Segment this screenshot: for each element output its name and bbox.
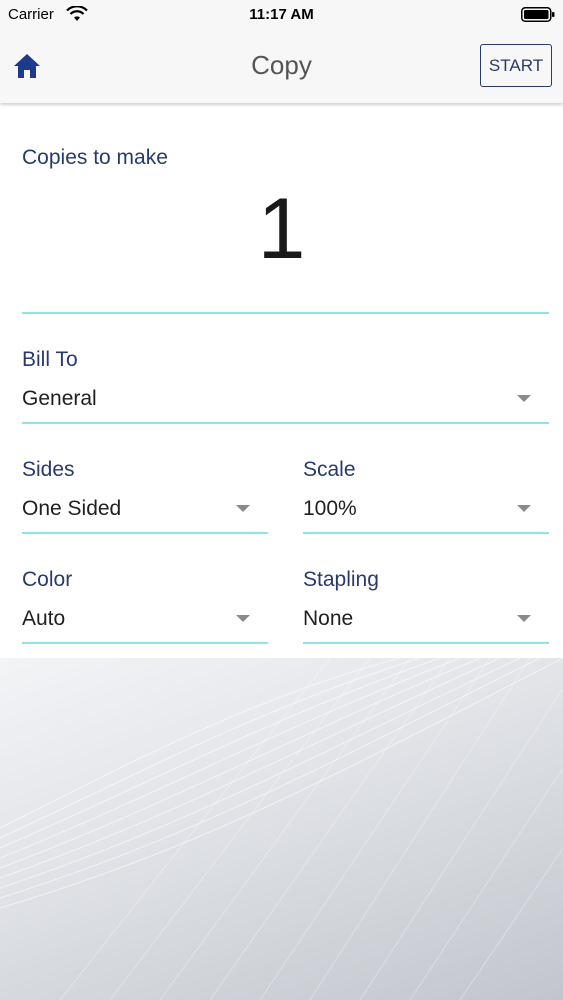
color-value: Auto xyxy=(22,607,66,630)
copies-underline xyxy=(22,312,549,314)
mesh-wave-graphic xyxy=(0,658,563,1000)
stapling-value: None xyxy=(303,607,354,630)
copies-label: Copies to make xyxy=(22,146,168,169)
start-button[interactable]: START xyxy=(480,44,552,87)
bill-to-label: Bill To xyxy=(22,348,78,371)
chevron-down-icon xyxy=(236,615,250,622)
page-title: Copy xyxy=(251,50,312,80)
scale-value: 100% xyxy=(303,497,357,520)
navigation-bar: Copy START xyxy=(0,30,563,103)
bill-to-dropdown[interactable]: General xyxy=(22,385,549,425)
color-dropdown[interactable]: Auto xyxy=(22,605,268,645)
scale-underline xyxy=(303,532,549,534)
stapling-underline xyxy=(303,642,549,644)
copies-input[interactable]: 1 xyxy=(0,179,563,279)
sides-dropdown[interactable]: One Sided xyxy=(22,495,268,535)
sides-underline xyxy=(22,532,268,534)
color-label: Color xyxy=(22,568,73,591)
stapling-dropdown[interactable]: None xyxy=(303,605,549,645)
chevron-down-icon xyxy=(236,505,250,512)
chevron-down-icon xyxy=(517,615,531,622)
bill-to-underline xyxy=(22,422,549,424)
bill-to-value: General xyxy=(22,387,97,410)
color-underline xyxy=(22,642,268,644)
scale-dropdown[interactable]: 100% xyxy=(303,495,549,535)
scale-label: Scale xyxy=(303,458,356,481)
status-bar: Carrier 11:17 AM xyxy=(0,0,563,30)
sides-label: Sides xyxy=(22,458,75,481)
chevron-down-icon xyxy=(517,505,531,512)
chevron-down-icon xyxy=(517,395,531,402)
copy-settings-form: Copies to make 1 Bill To General Sides O… xyxy=(0,103,563,658)
background-graphic xyxy=(0,658,563,1000)
sides-value: One Sided xyxy=(22,497,122,520)
status-time: 11:17 AM xyxy=(249,6,314,23)
battery-icon xyxy=(521,7,555,22)
stapling-label: Stapling xyxy=(303,568,379,591)
